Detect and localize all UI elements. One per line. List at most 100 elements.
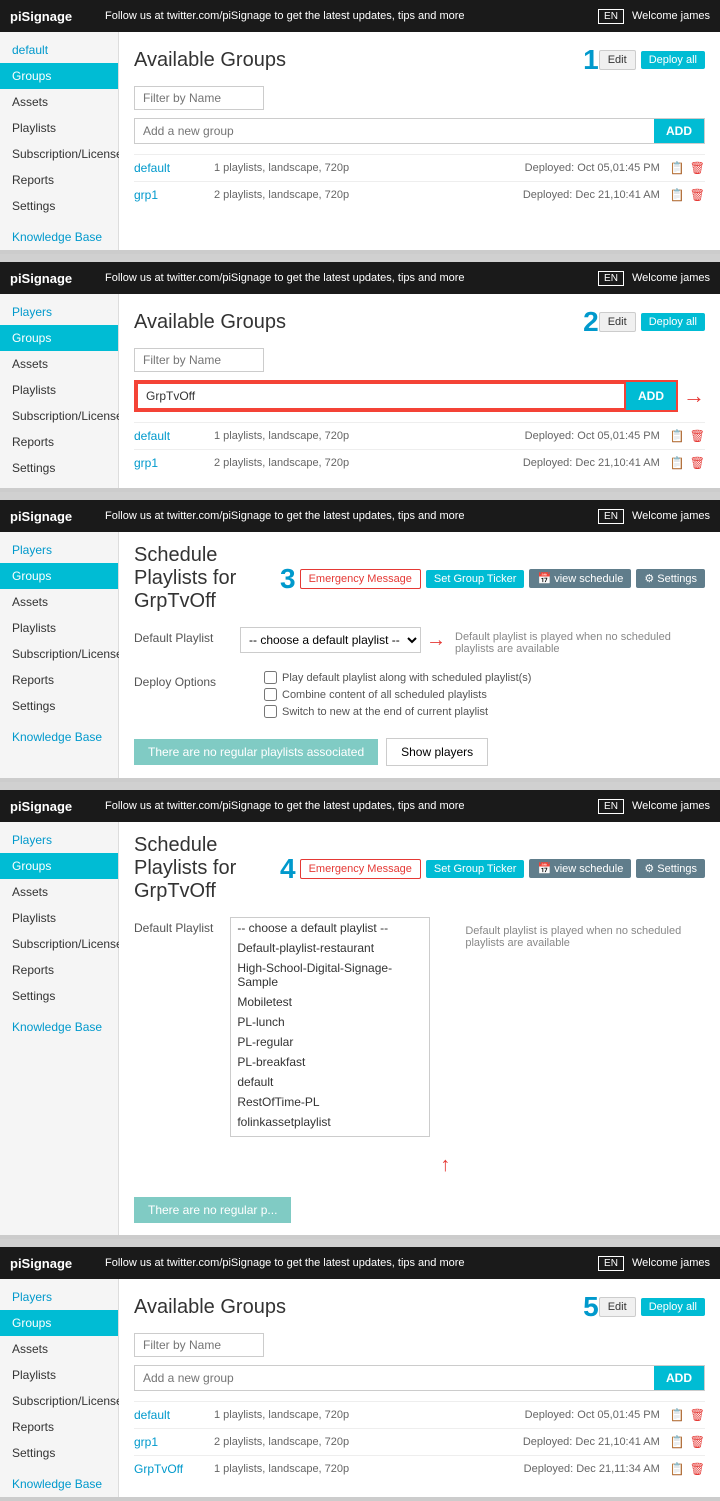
add-group-input-5[interactable] [135,1366,654,1390]
group-link-default-2[interactable]: default [134,429,214,443]
show-players-btn-3[interactable]: Show players [386,738,488,766]
checkbox-2-3[interactable] [264,688,277,701]
emergency-btn-4[interactable]: Emergency Message [300,859,421,879]
checkbox-3-3[interactable] [264,705,277,718]
group-link-grp1-2[interactable]: grp1 [134,456,214,470]
checkbox-item-1-3[interactable]: Play default playlist along with schedul… [264,671,531,684]
default-playlist-select-3[interactable]: -- choose a default playlist -- [240,627,421,653]
sidebar-sub-5[interactable]: Subscription/Licenses [0,1388,118,1414]
dropdown-opt-1-4[interactable]: Default-playlist-restaurant [231,938,429,958]
add-btn-5[interactable]: ADD [654,1366,704,1390]
del-icon-grptvoff-5[interactable]: 🗑 [690,1462,705,1476]
copy-icon-default-1[interactable]: 📋 [670,161,685,175]
deploy-btn-2[interactable]: Deploy all [641,313,705,331]
dropdown-opt-7-4[interactable]: default [231,1072,429,1092]
schedule-btn-3[interactable]: 📅 view schedule [529,569,631,588]
del-icon-default-5[interactable]: 🗑 [690,1408,705,1422]
group-link-grp1-1[interactable]: grp1 [134,188,214,202]
dropdown-opt-6-4[interactable]: PL-breakfast [231,1052,429,1072]
checkbox-1-3[interactable] [264,671,277,684]
dropdown-opt-9-4[interactable]: folinkassetplaylist [231,1112,429,1132]
sidebar-assets-2[interactable]: Assets [0,351,118,377]
settings-btn-3[interactable]: ⚙ Settings [636,569,705,588]
ticker-btn-4[interactable]: Set Group Ticker [426,860,525,878]
sidebar-assets-3[interactable]: Assets [0,589,118,615]
ticker-btn-3[interactable]: Set Group Ticker [426,570,525,588]
dropdown-opt-3-4[interactable]: Mobiletest [231,992,429,1012]
sidebar-playlists-3[interactable]: Playlists [0,615,118,641]
sidebar-settings-4[interactable]: Settings [0,983,118,1009]
sidebar-sub-2[interactable]: Subscription/Licenses [0,403,118,429]
sidebar-playlists-1[interactable]: Playlists [0,115,118,141]
sidebar-assets-4[interactable]: Assets [0,879,118,905]
edit-btn-5[interactable]: Edit [599,1297,636,1317]
deploy-btn-5[interactable]: Deploy all [641,1298,705,1316]
del-icon-grp1-5[interactable]: 🗑 [690,1435,705,1449]
playlist-dropdown-4[interactable]: -- choose a default playlist -- Default-… [230,917,430,1137]
edit-btn-2[interactable]: Edit [599,312,636,332]
no-playlists-btn-3[interactable]: There are no regular playlists associate… [134,739,378,765]
dropdown-opt-2-4[interactable]: High-School-Digital-Signage-Sample [231,958,429,992]
sidebar-assets-1[interactable]: Assets [0,89,118,115]
copy-icon-grp1-1[interactable]: 📋 [670,188,685,202]
del-icon-default-2[interactable]: 🗑 [690,429,705,443]
add-btn-1[interactable]: ADD [654,119,704,143]
sidebar-settings-3[interactable]: Settings [0,693,118,719]
sidebar-players-2[interactable]: Players [0,299,118,325]
sidebar-groups-5[interactable]: Groups [0,1310,118,1336]
filter-input-5[interactable] [134,1333,264,1357]
filter-input-1[interactable] [134,86,264,110]
group-link-default-5[interactable]: default [134,1408,214,1422]
sidebar-players-5[interactable]: Players [0,1284,118,1310]
del-icon-grp1-1[interactable]: 🗑 [690,188,705,202]
group-link-default-1[interactable]: default [134,161,214,175]
add-btn-2[interactable]: ADD [626,382,676,410]
sidebar-settings-2[interactable]: Settings [0,455,118,481]
copy-icon-grp1-2[interactable]: 📋 [670,456,685,470]
del-icon-grp1-2[interactable]: 🗑 [690,456,705,470]
sidebar-reports-5[interactable]: Reports [0,1414,118,1440]
sidebar-players-3[interactable]: Players [0,537,118,563]
sidebar-reports-2[interactable]: Reports [0,429,118,455]
sidebar-kb-3[interactable]: Knowledge Base [0,724,118,750]
checkbox-item-2-3[interactable]: Combine content of all scheduled playlis… [264,688,531,701]
copy-icon-default-2[interactable]: 📋 [670,429,685,443]
sidebar-sub-4[interactable]: Subscription/Licenses [0,931,118,957]
dropdown-opt-10-4[interactable]: play2 [231,1132,429,1137]
sidebar-reports-4[interactable]: Reports [0,957,118,983]
emergency-btn-3[interactable]: Emergency Message [300,569,421,589]
settings-btn-4[interactable]: ⚙ Settings [636,859,705,878]
sidebar-groups-3[interactable]: Groups [0,563,118,589]
dropdown-opt-4-4[interactable]: PL-lunch [231,1012,429,1032]
sidebar-players-1[interactable]: default [0,37,118,63]
sidebar-reports-1[interactable]: Reports [0,167,118,193]
sidebar-assets-5[interactable]: Assets [0,1336,118,1362]
sidebar-settings-5[interactable]: Settings [0,1440,118,1466]
dropdown-opt-5-4[interactable]: PL-regular [231,1032,429,1052]
copy-icon-grp1-5[interactable]: 📋 [670,1435,685,1449]
sidebar-sub-3[interactable]: Subscription/Licenses [0,641,118,667]
del-icon-default-1[interactable]: 🗑 [690,161,705,175]
no-playlists-btn-4[interactable]: There are no regular p... [134,1197,291,1223]
sidebar-sub-1[interactable]: Subscription/Licenses [0,141,118,167]
group-link-grp1-5[interactable]: grp1 [134,1435,214,1449]
edit-btn-1[interactable]: Edit [599,50,636,70]
sidebar-groups-4[interactable]: Groups [0,853,118,879]
sidebar-kb-5[interactable]: Knowledge Base [0,1471,118,1497]
filter-input-2[interactable] [134,348,264,372]
sidebar-players-4[interactable]: Players [0,827,118,853]
dropdown-opt-placeholder-4[interactable]: -- choose a default playlist -- [231,918,429,938]
checkbox-item-3-3[interactable]: Switch to new at the end of current play… [264,705,531,718]
sidebar-playlists-4[interactable]: Playlists [0,905,118,931]
sidebar-groups-1[interactable]: Groups [0,63,118,89]
add-group-input-1[interactable] [135,119,654,143]
dropdown-opt-8-4[interactable]: RestOfTime-PL [231,1092,429,1112]
copy-icon-grptvoff-5[interactable]: 📋 [670,1462,685,1476]
sidebar-kb-4[interactable]: Knowledge Base [0,1014,118,1040]
sidebar-kb-1[interactable]: Knowledge Base [0,224,118,250]
schedule-btn-4[interactable]: 📅 view schedule [529,859,631,878]
sidebar-reports-3[interactable]: Reports [0,667,118,693]
sidebar-playlists-2[interactable]: Playlists [0,377,118,403]
add-group-input-2[interactable] [136,382,626,410]
sidebar-groups-2[interactable]: Groups [0,325,118,351]
